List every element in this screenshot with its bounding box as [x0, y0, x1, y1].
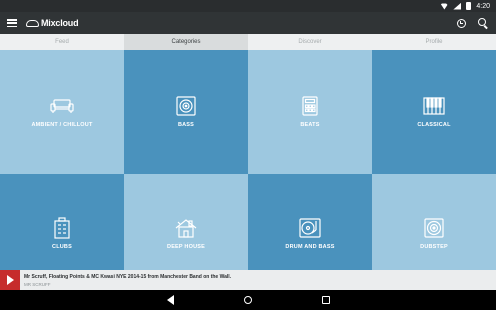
category-label: DRUM AND BASS — [285, 244, 335, 250]
home-icon[interactable] — [243, 296, 252, 304]
category-tile-beats[interactable]: BEATS — [248, 50, 372, 174]
player-artwork[interactable] — [0, 270, 20, 290]
tab-bar: Feed Categories Discover Profile — [0, 34, 496, 50]
speaker-icon — [174, 96, 198, 116]
menu-icon[interactable] — [7, 19, 17, 27]
category-label: DUBSTEP — [420, 244, 448, 250]
cloud-icon — [26, 19, 39, 27]
cell-signal-icon — [453, 2, 462, 10]
tab-profile[interactable]: Profile — [372, 34, 496, 50]
play-icon[interactable] — [7, 275, 14, 285]
app-toolbar: Mixcloud — [0, 12, 496, 34]
category-label: BEATS — [300, 122, 320, 128]
history-icon[interactable] — [457, 18, 466, 28]
building-icon — [50, 217, 74, 239]
battery-icon — [466, 2, 472, 10]
status-time: 4:20 — [476, 2, 490, 10]
mini-player[interactable]: Mr Scruff, Floating Points & MC Kwasi NY… — [0, 270, 496, 290]
search-icon[interactable] — [478, 18, 488, 28]
track-title: Mr Scruff, Floating Points & MC Kwasi NY… — [24, 273, 232, 280]
category-tile-dubstep[interactable]: DUBSTEP — [372, 174, 496, 270]
tab-feed[interactable]: Feed — [0, 34, 124, 50]
app-logo: Mixcloud — [26, 18, 79, 28]
status-bar: 4:20 — [0, 0, 496, 12]
sofa-icon — [50, 96, 74, 116]
back-icon[interactable] — [166, 295, 174, 305]
track-artist: MR SCRUFF — [24, 281, 51, 287]
category-label: CLUBS — [52, 244, 72, 250]
category-label: DEEP HOUSE — [167, 244, 205, 250]
category-label: BASS — [177, 122, 195, 128]
piano-icon — [422, 96, 446, 116]
house-icon — [174, 218, 198, 238]
category-tile-classical[interactable]: CLASSICAL — [372, 50, 496, 174]
wifi-icon — [440, 3, 449, 10]
category-grid: AMBIENT / CHILLOUT BASS BEATS CLASSICAL — [0, 50, 496, 270]
category-label: AMBIENT / CHILLOUT — [31, 122, 93, 128]
system-nav-bar — [0, 290, 496, 310]
track-info[interactable]: Mr Scruff, Floating Points & MC Kwasi NY… — [24, 274, 231, 287]
category-tile-bass[interactable]: BASS — [124, 50, 248, 174]
tab-discover[interactable]: Discover — [248, 34, 372, 50]
category-tile-clubs[interactable]: CLUBS — [0, 174, 124, 270]
subwoofer-icon — [422, 218, 446, 238]
app-name: Mixcloud — [41, 18, 79, 28]
recent-apps-icon[interactable] — [321, 296, 330, 304]
category-tile-drum-and-bass[interactable]: DRUM AND BASS — [248, 174, 372, 270]
category-tile-ambient[interactable]: AMBIENT / CHILLOUT — [0, 50, 124, 174]
category-tile-deep-house[interactable]: DEEP HOUSE — [124, 174, 248, 270]
category-label: CLASSICAL — [417, 122, 451, 128]
tab-categories[interactable]: Categories — [124, 34, 248, 50]
turntable-icon — [298, 218, 322, 238]
sampler-icon — [298, 96, 322, 116]
